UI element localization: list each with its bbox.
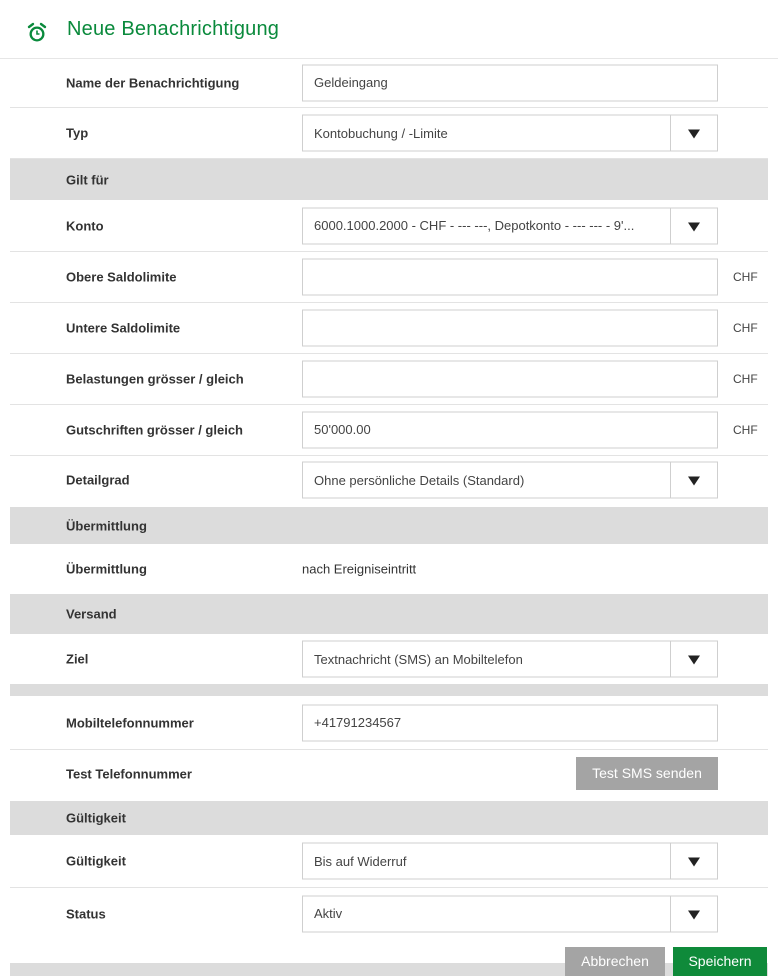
konto-label: Konto bbox=[66, 218, 104, 233]
row-uebermittlung: Übermittlung nach Ereigniseintritt bbox=[10, 544, 768, 594]
row-gutschriften: Gutschriften grösser / gleich 50'000.00 … bbox=[10, 404, 768, 456]
gueltigkeit-label: Gültigkeit bbox=[66, 853, 126, 869]
row-belastungen: Belastungen grösser / gleich CHF bbox=[10, 353, 768, 405]
chevron-down-icon bbox=[688, 129, 700, 139]
section-versand-title: Versand bbox=[66, 606, 117, 622]
ziel-select-value: Textnachricht (SMS) an Mobiltelefon bbox=[314, 651, 523, 667]
section-uebermittlung: Übermittlung bbox=[10, 507, 768, 544]
section-uebermittlung-title: Übermittlung bbox=[66, 518, 147, 533]
row-mobiltelefonnummer: Mobiltelefonnummer +41791234567 bbox=[10, 696, 768, 750]
konto-select-value: 6000.1000.2000 - CHF - --- ---, Depotkon… bbox=[314, 218, 635, 233]
detailgrad-select[interactable]: Ohne persönliche Details (Standard) bbox=[302, 461, 718, 499]
ziel-dropdown-button[interactable] bbox=[670, 641, 717, 677]
row-name: Name der Benachrichtigung Geldeingang bbox=[10, 58, 768, 108]
status-label: Status bbox=[66, 906, 106, 921]
detailgrad-select-value: Ohne persönliche Details (Standard) bbox=[314, 472, 525, 488]
gueltigkeit-select-value: Bis auf Widerruf bbox=[314, 853, 407, 869]
gutschriften-label: Gutschriften grösser / gleich bbox=[66, 422, 243, 437]
mobiltelefonnummer-value: +41791234567 bbox=[314, 715, 402, 730]
mobiltelefonnummer-label: Mobiltelefonnummer bbox=[66, 715, 194, 730]
untere-saldolimite-label: Untere Saldolimite bbox=[66, 320, 181, 335]
typ-select[interactable]: Kontobuchung / -Limite bbox=[302, 114, 718, 152]
name-label: Name der Benachrichtigung bbox=[66, 75, 240, 90]
belastungen-input[interactable] bbox=[302, 360, 718, 397]
test-telefonnummer-label: Test Telefonnummer bbox=[66, 766, 192, 782]
page-title: Neue Benachrichtigung bbox=[67, 18, 280, 40]
detailgrad-label: Detailgrad bbox=[66, 472, 130, 488]
ziel-select[interactable]: Textnachricht (SMS) an Mobiltelefon bbox=[302, 640, 718, 678]
untere-saldolimite-unit: CHF bbox=[733, 320, 758, 335]
section-versand: Versand bbox=[10, 594, 768, 634]
row-untere-saldolimite: Untere Saldolimite CHF bbox=[10, 302, 768, 354]
status-select-value: Aktiv bbox=[314, 906, 343, 921]
section-gueltigkeit: Gültigkeit bbox=[10, 801, 768, 835]
alarm-clock-icon bbox=[27, 22, 47, 42]
section-gilt-fuer-title: Gilt für bbox=[66, 172, 109, 187]
obere-saldolimite-label: Obere Saldolimite bbox=[66, 269, 177, 284]
row-gueltigkeit: Gültigkeit Bis auf Widerruf bbox=[10, 835, 768, 888]
status-select[interactable]: Aktiv bbox=[302, 895, 718, 932]
chevron-down-icon bbox=[688, 222, 700, 231]
row-obere-saldolimite: Obere Saldolimite CHF bbox=[10, 251, 768, 303]
row-ziel: Ziel Textnachricht (SMS) an Mobiltelefon bbox=[10, 634, 768, 684]
uebermittlung-value: nach Ereigniseintritt bbox=[302, 561, 417, 577]
test-sms-button[interactable]: Test SMS senden bbox=[576, 757, 718, 790]
cancel-button[interactable]: Abbrechen bbox=[565, 947, 665, 976]
konto-dropdown-button[interactable] bbox=[670, 208, 717, 243]
chevron-down-icon bbox=[688, 655, 700, 665]
obere-saldolimite-unit: CHF bbox=[733, 269, 758, 284]
chevron-down-icon bbox=[688, 476, 700, 486]
detailgrad-dropdown-button[interactable] bbox=[670, 462, 717, 498]
mobiltelefonnummer-input[interactable]: +41791234567 bbox=[302, 704, 718, 741]
section-gilt-fuer: Gilt für bbox=[10, 159, 768, 200]
gutschriften-unit: CHF bbox=[733, 422, 758, 437]
chevron-down-icon bbox=[688, 910, 700, 919]
untere-saldolimite-input[interactable] bbox=[302, 309, 718, 346]
gutschriften-input[interactable]: 50'000.00 bbox=[302, 411, 718, 448]
gueltigkeit-select[interactable]: Bis auf Widerruf bbox=[302, 842, 718, 880]
chevron-down-icon bbox=[688, 857, 700, 867]
uebermittlung-label: Übermittlung bbox=[66, 561, 147, 577]
konto-select[interactable]: 6000.1000.2000 - CHF - --- ---, Depotkon… bbox=[302, 207, 718, 244]
section-gueltigkeit-title: Gültigkeit bbox=[66, 810, 126, 826]
row-status: Status Aktiv bbox=[10, 888, 768, 939]
gueltigkeit-dropdown-button[interactable] bbox=[670, 843, 717, 879]
obere-saldolimite-input[interactable] bbox=[302, 258, 718, 295]
typ-label: Typ bbox=[66, 125, 89, 141]
name-input-value: Geldeingang bbox=[314, 75, 388, 90]
row-typ: Typ Kontobuchung / -Limite bbox=[10, 108, 768, 159]
row-konto: Konto 6000.1000.2000 - CHF - --- ---, De… bbox=[10, 200, 768, 252]
typ-select-value: Kontobuchung / -Limite bbox=[314, 125, 448, 141]
name-input[interactable]: Geldeingang bbox=[302, 64, 718, 101]
typ-dropdown-button[interactable] bbox=[670, 115, 717, 151]
section-separator bbox=[10, 684, 768, 696]
row-test-telefonnummer: Test Telefonnummer Test SMS senden bbox=[10, 749, 768, 799]
page-header: Neue Benachrichtigung bbox=[0, 0, 778, 59]
row-detailgrad: Detailgrad Ohne persönliche Details (Sta… bbox=[10, 455, 768, 505]
notification-form-page: Neue Benachrichtigung Name der Benachric… bbox=[0, 0, 778, 976]
ziel-label: Ziel bbox=[66, 651, 89, 667]
belastungen-label: Belastungen grösser / gleich bbox=[66, 371, 244, 386]
save-button[interactable]: Speichern bbox=[673, 947, 767, 976]
status-dropdown-button[interactable] bbox=[670, 896, 717, 931]
gutschriften-value: 50'000.00 bbox=[314, 422, 371, 437]
belastungen-unit: CHF bbox=[733, 371, 758, 386]
